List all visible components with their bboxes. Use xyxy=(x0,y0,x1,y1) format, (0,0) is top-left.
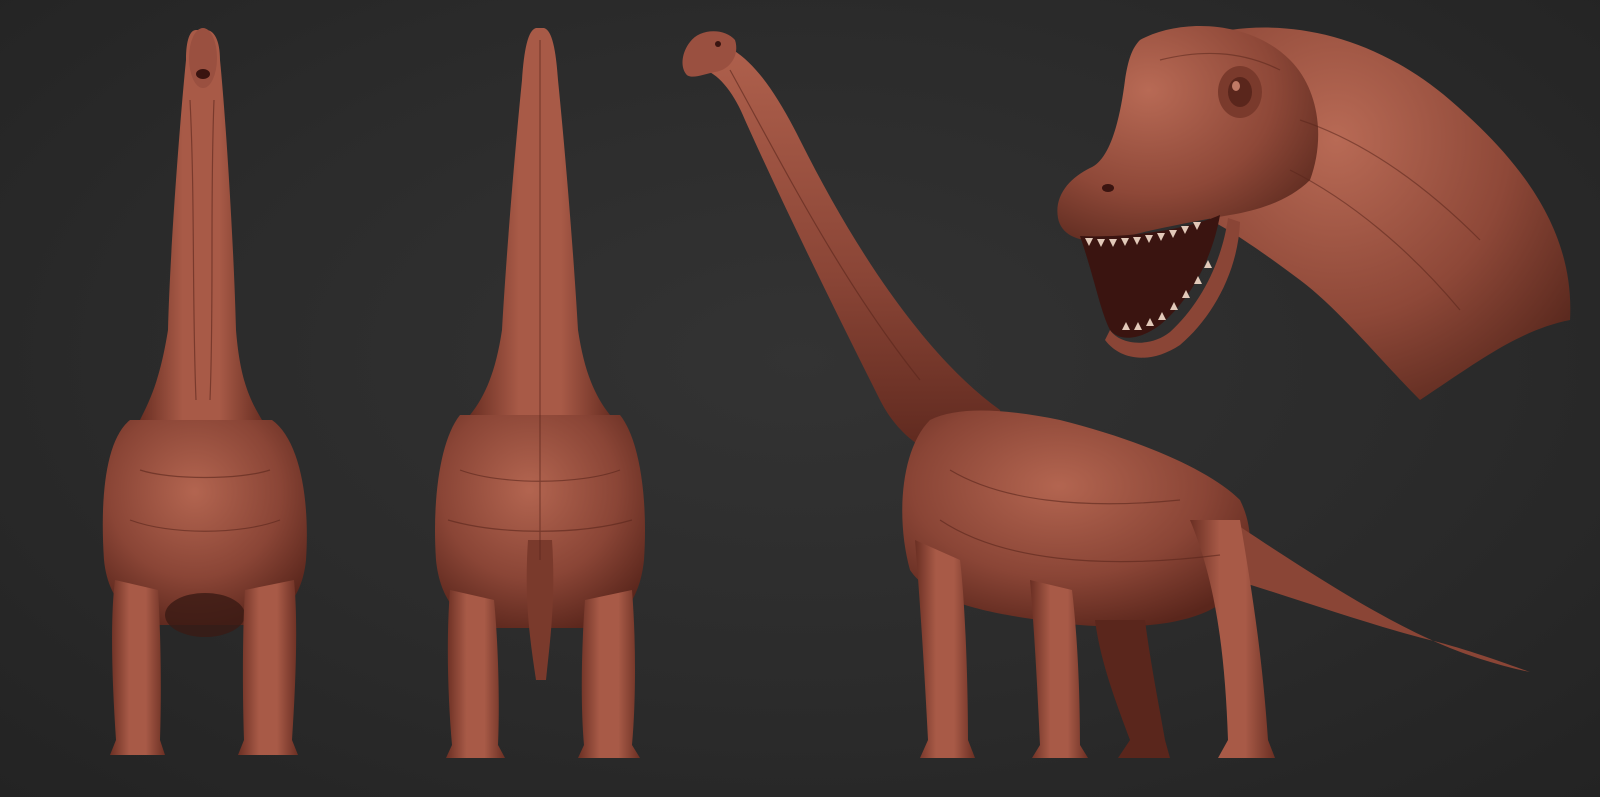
dinosaur-turnaround xyxy=(102,26,1571,758)
front-right-leg xyxy=(238,580,298,755)
side-tail xyxy=(1230,520,1530,672)
sculpt-render-canvas xyxy=(0,0,1600,797)
side-neck xyxy=(700,40,1010,470)
front-neck xyxy=(140,30,262,420)
back-right-leg xyxy=(578,590,640,758)
front-left-leg xyxy=(110,580,165,755)
back-tail xyxy=(526,540,554,680)
head-closeup-model xyxy=(1057,26,1571,401)
front-view-model xyxy=(102,28,307,755)
back-view-model xyxy=(435,28,645,758)
side-hind-leg-far xyxy=(1095,620,1170,758)
